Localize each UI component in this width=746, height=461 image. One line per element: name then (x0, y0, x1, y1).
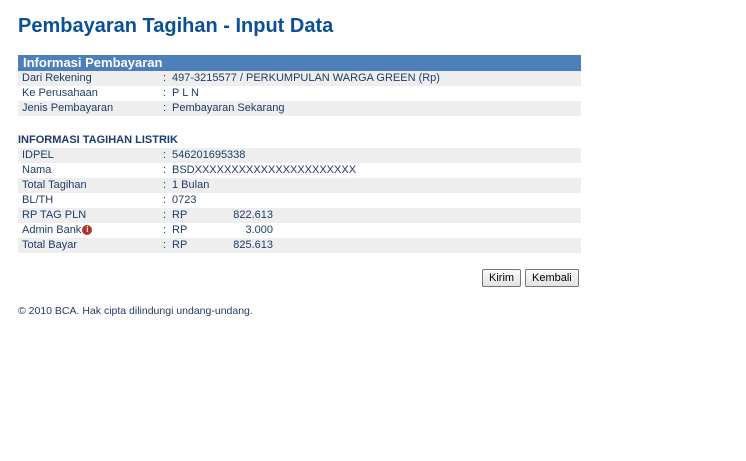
informasi-pembayaran-header: Informasi Pembayaran (18, 55, 581, 71)
footer-copyright: © 2010 BCA. Hak cipta dilindungi undang-… (18, 305, 253, 317)
row-value: 546201695338 (172, 149, 246, 161)
kembali-button[interactable]: Kembali (525, 269, 579, 287)
row-colon: : (163, 209, 167, 221)
row-value: 1 Bulan (172, 179, 210, 191)
row-label: IDPEL (22, 149, 54, 161)
row-amount: 825.613 (233, 239, 273, 251)
row-colon: : (163, 164, 167, 176)
row-total-bayar: Total Bayar : RP 825.613 (18, 238, 581, 253)
row-label: Nama (22, 164, 52, 176)
row-label: BL/TH (22, 194, 54, 206)
row-total-tagihan: Total Tagihan : 1 Bulan (18, 178, 581, 193)
row-colon: : (163, 194, 167, 206)
informasi-pembayaran-panel: Informasi Pembayaran Dari Rekening : 497… (18, 55, 581, 116)
row-colon: : (163, 239, 167, 251)
row-amount: 822.613 (233, 209, 273, 221)
row-colon: : (163, 224, 167, 236)
row-label: Jenis Pembayaran (22, 102, 114, 114)
kirim-button[interactable]: Kirim (482, 269, 522, 287)
row-label: Total Bayar (22, 239, 78, 251)
tagihan-section-title: INFORMASI TAGIHAN LISTRIK (18, 134, 178, 146)
row-dari-rekening: Dari Rekening : 497-3215577 / PERKUMPULA… (18, 71, 581, 86)
tagihan-table: IDPEL : 546201695338 Nama : BSDXXXXXXXXX… (18, 148, 581, 253)
row-label: Total Tagihan (22, 179, 87, 191)
row-value: 0723 (172, 194, 197, 206)
row-ke-perusahaan: Ke Perusahaan : P L N (18, 86, 581, 101)
row-bl-th: BL/TH : 0723 (18, 193, 581, 208)
row-value: Pembayaran Sekarang (172, 102, 285, 114)
row-value: 497-3215577 / PERKUMPULAN WARGA GREEN (R… (172, 72, 440, 84)
row-value: BSDXXXXXXXXXXXXXXXXXXXXXX (172, 164, 357, 176)
page-title: Pembayaran Tagihan - Input Data (18, 15, 334, 37)
row-jenis-pembayaran: Jenis Pembayaran : Pembayaran Sekarang (18, 101, 581, 116)
row-idpel: IDPEL : 546201695338 (18, 148, 581, 163)
row-colon: : (163, 102, 167, 114)
row-colon: : (163, 72, 167, 84)
row-colon: : (163, 179, 167, 191)
info-icon[interactable]: i (82, 225, 93, 235)
row-label: RP TAG PLN (22, 209, 87, 221)
row-rp-tag-pln: RP TAG PLN : RP 822.613 (18, 208, 581, 223)
row-label: Admin Bank (22, 224, 82, 236)
row-label: Ke Perusahaan (22, 87, 98, 99)
row-nama: Nama : BSDXXXXXXXXXXXXXXXXXXXXXX (18, 163, 581, 178)
row-amount: 3.000 (245, 224, 273, 236)
row-value: P L N (172, 87, 199, 99)
row-admin-bank: Admin Bank i : RP 3.000 (18, 223, 581, 238)
row-label-wrap: Admin Bank i (22, 223, 93, 238)
row-label: Dari Rekening (22, 72, 92, 84)
row-colon: : (163, 87, 167, 99)
row-colon: : (163, 149, 167, 161)
